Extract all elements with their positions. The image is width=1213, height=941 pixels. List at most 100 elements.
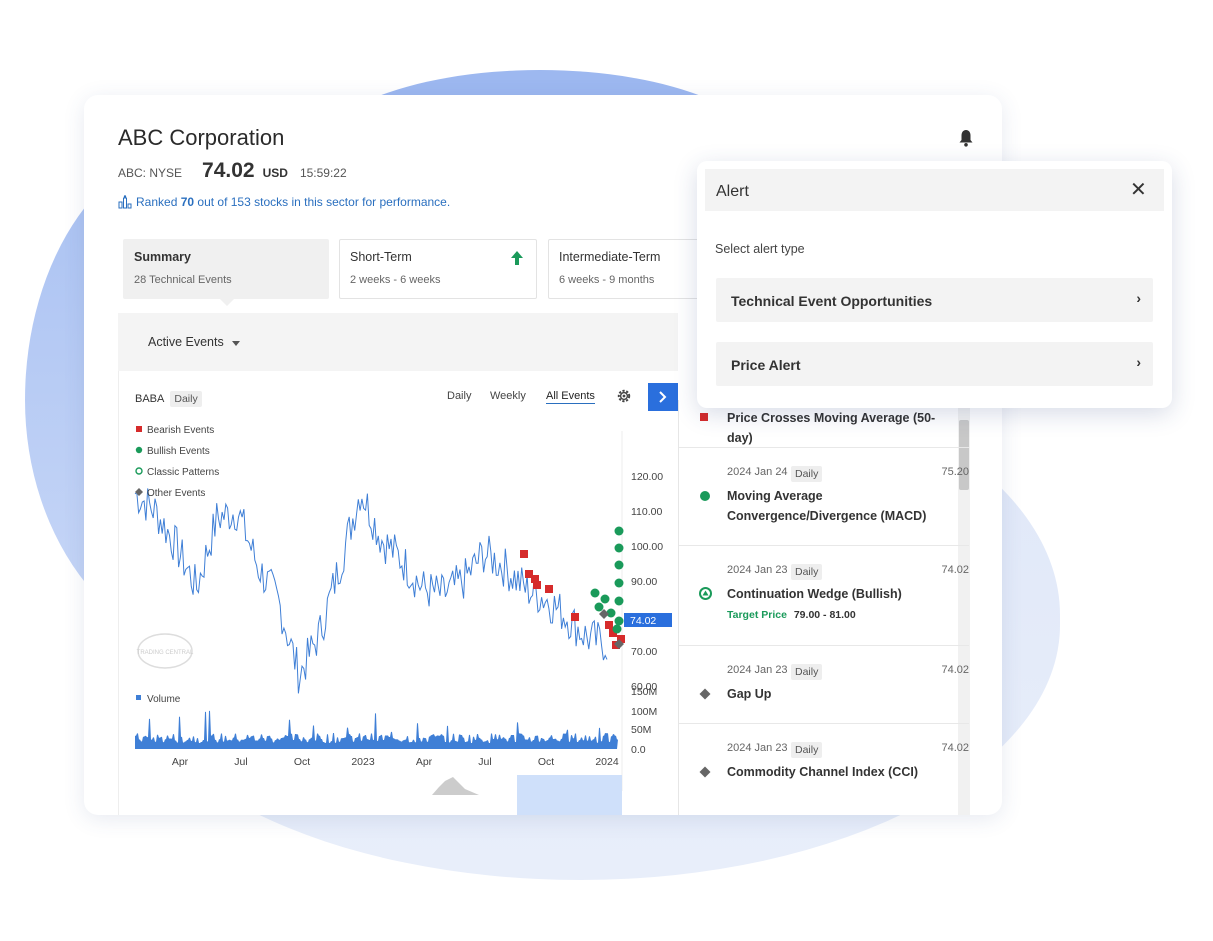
bullish-circle-icon xyxy=(700,491,710,501)
tab-label: Summary xyxy=(134,250,191,264)
legend-classic-marker xyxy=(135,467,143,475)
bearish-event-marker xyxy=(605,621,613,629)
legend-other-marker xyxy=(135,488,143,496)
classic-pattern-icon xyxy=(699,587,712,600)
expand-panel-button[interactable] xyxy=(648,383,678,411)
legend-bearish-marker xyxy=(136,426,142,432)
period-daily[interactable]: Daily xyxy=(447,390,471,402)
chevron-down-icon[interactable] xyxy=(232,341,240,346)
bearish-event-marker xyxy=(533,581,541,589)
x-tick-label: 2023 xyxy=(351,756,375,768)
ranking-icon xyxy=(118,195,132,209)
chart-symbol-row: BABA Daily xyxy=(135,391,202,407)
x-tick-label: Oct xyxy=(538,756,554,768)
volume-tick-label: 50M xyxy=(631,724,651,736)
event-date: 2024 Jan 23 xyxy=(727,742,788,754)
company-name: ABC Corporation xyxy=(118,125,285,150)
y-tick-label: 110.00 xyxy=(631,506,662,518)
other-diamond-icon xyxy=(699,688,711,700)
quote-time: 15:59:22 xyxy=(299,166,347,180)
event-item[interactable]: 2024 Jan 23 Daily 74.02 Continuation Wed… xyxy=(679,546,969,646)
tab-summary[interactable]: Summary 28 Technical Events xyxy=(123,239,329,299)
target-price: Target Price 79.00 - 81.00 xyxy=(727,609,856,621)
gear-icon[interactable] xyxy=(615,387,633,405)
legend-label: Classic Patterns xyxy=(147,467,219,478)
tab-caret xyxy=(220,299,234,306)
option-technical-event-opportunities[interactable]: Technical Event Opportunities › xyxy=(716,278,1153,322)
event-interval: Daily xyxy=(791,466,823,482)
bearish-event-marker xyxy=(520,550,528,558)
option-label: Technical Event Opportunities xyxy=(731,293,933,309)
last-price: 74.02 xyxy=(202,159,255,182)
up-arrow-icon xyxy=(511,251,523,265)
target-value: 79.00 - 81.00 xyxy=(793,609,856,621)
y-tick-label: 70.00 xyxy=(631,646,657,658)
x-tick-label: Oct xyxy=(294,756,310,768)
bullish-event-marker xyxy=(600,594,610,604)
volume-tick-label: 0.0 xyxy=(631,744,646,756)
event-name: Commodity Channel Index (CCI) xyxy=(727,765,918,779)
chart-symbol: BABA xyxy=(135,393,165,405)
events-list: Price Crosses Moving Average (50-day) 20… xyxy=(678,400,984,815)
x-tick-label: Jul xyxy=(234,756,247,768)
exchange-label: ABC: NYSE xyxy=(118,166,183,180)
bullish-event-marker xyxy=(614,578,624,588)
event-value: 74.02 xyxy=(941,664,969,676)
event-interval: Daily xyxy=(791,742,823,758)
tab-label: Short-Term xyxy=(350,250,412,264)
bullish-event-marker xyxy=(590,588,600,598)
y-tick-label: 120.00 xyxy=(631,471,663,483)
chevron-right-icon: › xyxy=(1136,354,1141,370)
legend-label: Bullish Events xyxy=(147,446,210,457)
price-chart[interactable]: 120.00110.00100.0090.0080.0070.0060.00Be… xyxy=(119,411,679,815)
price-tag-label: 74.02 xyxy=(630,615,656,627)
y-tick-label: 90.00 xyxy=(631,576,657,588)
event-item[interactable]: 2024 Jan 23 Daily 74.02 Gap Up xyxy=(679,646,969,724)
chevron-right-icon: › xyxy=(1136,290,1141,306)
option-label: Price Alert xyxy=(731,357,801,373)
tab-intermediate-term[interactable]: Intermediate-Term 6 weeks - 9 months xyxy=(548,239,708,299)
legend-bullish-marker xyxy=(135,446,143,454)
tab-short-term[interactable]: Short-Term 2 weeks - 6 weeks xyxy=(339,239,537,299)
range-navigator-preview xyxy=(432,777,479,795)
event-item[interactable]: 2024 Jan 23 Daily 74.02 Commodity Channe… xyxy=(679,724,969,815)
currency: USD xyxy=(262,166,288,180)
event-name: Moving Average Convergence/Divergence (M… xyxy=(727,489,927,523)
chart-panel: BABA Daily Daily Weekly All Events 120.0… xyxy=(118,371,678,815)
bearish-square-icon xyxy=(700,413,708,421)
select-alert-type-label: Select alert type xyxy=(715,242,805,256)
option-price-alert[interactable]: Price Alert › xyxy=(716,342,1153,386)
volume-tick-label: 150M xyxy=(631,686,657,698)
x-tick-label: Jul xyxy=(478,756,491,768)
sector-ranking[interactable]: Ranked 70 out of 153 stocks in this sect… xyxy=(118,195,450,209)
alert-title: Alert xyxy=(716,183,749,200)
legend-label: Bearish Events xyxy=(147,425,214,436)
event-name: Continuation Wedge (Bullish) xyxy=(727,587,902,601)
period-all-events[interactable]: All Events xyxy=(546,390,595,404)
bullish-event-marker xyxy=(614,596,624,606)
close-icon[interactable]: ✕ xyxy=(1130,180,1147,200)
event-interval: Daily xyxy=(791,564,823,580)
active-events-dropdown[interactable]: Active Events xyxy=(148,335,224,349)
bullish-event-marker xyxy=(614,560,624,570)
event-item[interactable]: 2024 Jan 24 Daily 75.20 Moving Average C… xyxy=(679,448,969,546)
tab-sub: 2 weeks - 6 weeks xyxy=(350,274,441,286)
chart-interval: Daily xyxy=(170,391,202,407)
tab-label: Intermediate-Term xyxy=(559,250,661,264)
period-weekly[interactable]: Weekly xyxy=(490,390,526,402)
tab-sub: 28 Technical Events xyxy=(134,274,232,286)
bullish-event-marker xyxy=(614,543,624,553)
x-tick-label: Apr xyxy=(172,756,189,768)
event-name: Gap Up xyxy=(727,687,772,701)
volume-tick-label: 100M xyxy=(631,706,657,718)
event-date: 2024 Jan 24 xyxy=(727,466,788,478)
bullish-event-marker xyxy=(614,526,624,536)
bell-icon[interactable] xyxy=(958,129,974,147)
other-diamond-icon xyxy=(699,766,711,778)
event-date: 2024 Jan 23 xyxy=(727,664,788,676)
watermark-text: TRADING CENTRAL xyxy=(137,650,194,656)
volume-legend-marker xyxy=(136,695,141,700)
bullish-event-marker xyxy=(594,602,604,612)
event-value: 74.02 xyxy=(941,564,969,576)
price-line xyxy=(134,488,608,694)
